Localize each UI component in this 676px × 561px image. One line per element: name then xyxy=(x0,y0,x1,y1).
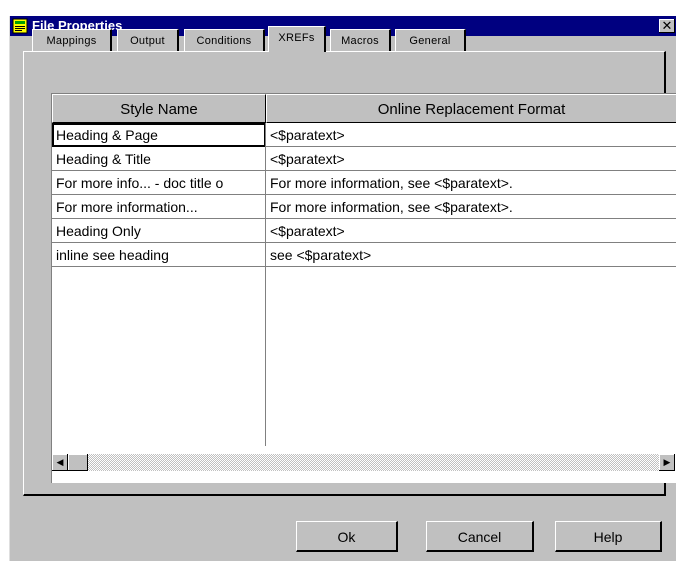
app-icon xyxy=(12,18,28,34)
xref-format-table[interactable]: Style Name Online Replacement Format Hea… xyxy=(51,93,676,483)
cancel-button[interactable]: Cancel xyxy=(426,521,534,552)
replacement-format-cell[interactable]: For more information, see <$paratext>. xyxy=(266,195,676,219)
scroll-thumb[interactable] xyxy=(68,454,88,471)
replacement-format-cell[interactable]: <$paratext> xyxy=(266,219,676,243)
tab-macros[interactable]: Macros xyxy=(330,29,391,51)
style-name-cell[interactable]: inline see heading xyxy=(52,243,266,267)
column-divider xyxy=(265,123,266,446)
tab-mappings[interactable]: Mappings xyxy=(32,29,112,51)
replacement-format-cell[interactable]: see <$paratext> xyxy=(266,243,676,267)
tab-general[interactable]: General xyxy=(395,29,466,51)
style-name-cell[interactable]: Heading & Title xyxy=(52,147,266,171)
style-name-cell[interactable]: Heading & Page xyxy=(52,123,266,147)
replacement-format-cell[interactable]: For more information, see <$paratext>. xyxy=(266,171,676,195)
column-header-online-replacement-format[interactable]: Online Replacement Format xyxy=(266,94,676,123)
scroll-track[interactable] xyxy=(68,454,659,471)
table-row[interactable]: Heading Only <$paratext> xyxy=(52,219,676,243)
scroll-left-icon[interactable]: ◀ xyxy=(52,454,68,471)
help-button[interactable]: Help xyxy=(555,521,662,552)
scroll-right-icon[interactable]: ▶ xyxy=(659,454,675,471)
column-header-style-name[interactable]: Style Name xyxy=(52,94,266,123)
table-row[interactable]: Heading & Page <$paratext> xyxy=(52,123,676,147)
close-icon[interactable]: ✕ xyxy=(659,19,675,33)
table-row[interactable]: inline see heading see <$paratext> xyxy=(52,243,676,267)
style-name-cell[interactable]: For more information... xyxy=(52,195,266,219)
table-row[interactable]: For more information... For more informa… xyxy=(52,195,676,219)
style-name-cell[interactable]: For more info... - doc title o xyxy=(52,171,266,195)
tab-xrefs[interactable]: XREFs xyxy=(268,26,326,52)
ok-button[interactable]: Ok xyxy=(296,521,398,552)
horizontal-scrollbar[interactable]: ◀ ▶ xyxy=(52,454,675,471)
replacement-format-cell[interactable]: <$paratext> xyxy=(266,123,676,147)
table-row[interactable]: Heading & Title <$paratext> xyxy=(52,147,676,171)
style-name-cell[interactable]: Heading Only xyxy=(52,219,266,243)
replacement-format-cell[interactable]: <$paratext> xyxy=(266,147,676,171)
tab-output[interactable]: Output xyxy=(117,29,179,51)
table-row[interactable]: For more info... - doc title o For more … xyxy=(52,171,676,195)
tab-conditions[interactable]: Conditions xyxy=(184,29,265,51)
